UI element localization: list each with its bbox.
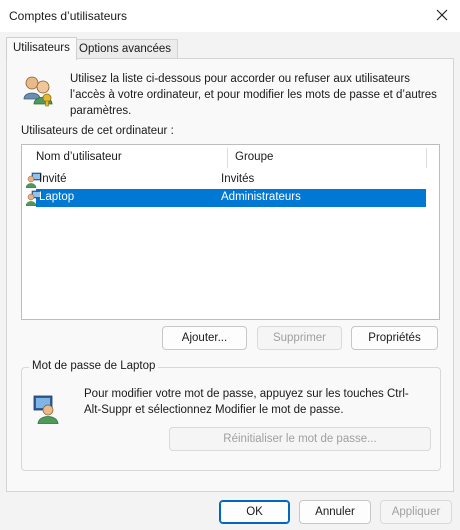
close-button[interactable] bbox=[430, 4, 454, 26]
users-icon bbox=[23, 76, 53, 107]
column-separator[interactable] bbox=[227, 148, 228, 168]
list-item-invite[interactable]: Invité Invités bbox=[22, 171, 426, 189]
row-group: Invités bbox=[221, 173, 255, 185]
password-group-title: Mot de passe de Laptop bbox=[29, 360, 159, 372]
reset-password-button[interactable]: Réinitialiser le mot de passe... bbox=[169, 427, 431, 451]
remove-user-button[interactable]: Supprimer bbox=[257, 326, 342, 350]
user-accounts-dialog: Comptes d’utilisateurs Utilisateurs Opti… bbox=[0, 0, 460, 530]
row-username: Laptop bbox=[39, 191, 75, 203]
row-group: Administrateurs bbox=[221, 191, 301, 203]
intro-text: Utilisez la liste ci-dessous pour accord… bbox=[70, 73, 437, 117]
list-header: Nom d’utilisateur Groupe bbox=[22, 145, 439, 169]
ok-button[interactable]: OK bbox=[219, 500, 290, 524]
close-icon bbox=[436, 9, 448, 21]
apply-button[interactable]: Appliquer bbox=[380, 500, 452, 524]
window-title: Comptes d’utilisateurs bbox=[9, 9, 128, 23]
tab-options-avancees[interactable]: Options avancées bbox=[72, 39, 179, 59]
user-monitor-icon bbox=[33, 395, 59, 424]
users-list[interactable]: Nom d’utilisateur Groupe Invité Invités bbox=[21, 144, 440, 320]
add-user-button[interactable]: Ajouter... bbox=[162, 326, 247, 350]
tab-panel-utilisateurs: Utilisez la liste ci-dessous pour accord… bbox=[6, 58, 454, 492]
row-username: Invité bbox=[39, 173, 67, 185]
cancel-button[interactable]: Annuler bbox=[299, 500, 371, 524]
title-bar: Comptes d’utilisateurs bbox=[0, 0, 460, 32]
list-item-laptop[interactable]: Laptop Administrateurs bbox=[22, 189, 426, 207]
column-header-username[interactable]: Nom d’utilisateur bbox=[36, 151, 122, 163]
column-header-group[interactable]: Groupe bbox=[235, 151, 273, 163]
tab-utilisateurs[interactable]: Utilisateurs bbox=[6, 37, 77, 60]
users-list-label: Utilisateurs de cet ordinateur : bbox=[21, 125, 174, 137]
properties-button[interactable]: Propriétés bbox=[351, 326, 438, 350]
password-group: Mot de passe de Laptop Pour modifier vot… bbox=[21, 360, 441, 471]
password-instructions: Pour modifier votre mot de passe, appuye… bbox=[84, 388, 409, 416]
column-separator[interactable] bbox=[426, 148, 427, 168]
